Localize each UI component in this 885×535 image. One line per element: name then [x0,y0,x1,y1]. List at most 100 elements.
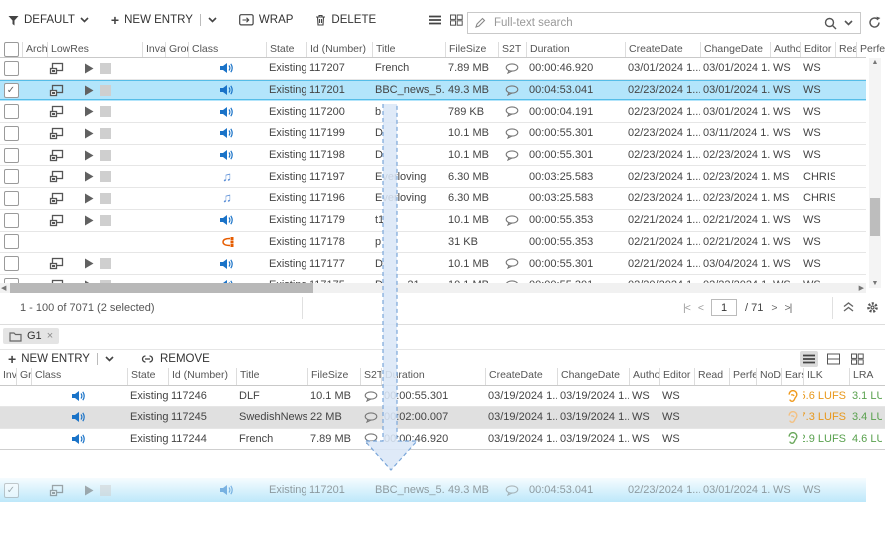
collapse-icon[interactable] [843,302,854,312]
rows-view-icon[interactable] [825,351,842,367]
column-header-ilk[interactable]: ILK [803,368,849,385]
column-header-title[interactable]: Title [236,368,307,385]
row-checkbox[interactable] [4,61,19,76]
column-header-class[interactable]: Class [31,368,127,385]
grid-view-icon[interactable] [450,14,463,26]
row-checkbox[interactable] [4,148,19,163]
first-page-button[interactable]: |< [683,302,690,314]
column-header-lra[interactable]: LRA [849,368,882,385]
stop-button[interactable] [100,128,111,139]
stop-button[interactable] [100,63,111,74]
column-header-author[interactable]: Author [629,368,659,385]
remove-button[interactable]: REMOVE [140,353,210,365]
column-header-id-number[interactable]: Id (Number) [168,368,236,385]
row-checkbox[interactable] [4,256,19,271]
delete-button[interactable]: DELETE [315,14,376,26]
column-header-title[interactable]: Title [372,42,445,57]
stop-button[interactable] [100,150,111,161]
row-checkbox[interactable] [4,104,19,119]
column-header-changedate[interactable]: ChangeDate [700,42,770,57]
column-header-filesize[interactable]: FileSize [445,42,498,57]
search-icon[interactable] [824,17,837,30]
column-header-editor[interactable]: Editor [659,368,694,385]
play-button[interactable] [84,171,94,182]
column-header-id-number[interactable]: Id (Number) [306,42,372,57]
play-button[interactable] [84,258,94,269]
search-input[interactable] [492,16,824,30]
table-row[interactable]: Existing117198D10.1 MB00:00:55.30102/23/… [0,145,866,167]
tab-close-icon[interactable]: × [47,330,53,342]
column-header-duration[interactable]: Duration [526,42,625,57]
scrollbar-thumb[interactable] [10,283,313,293]
column-header-ears[interactable]: Ears [781,368,803,385]
stop-button[interactable] [100,106,111,117]
row-checkbox[interactable] [4,234,19,249]
column-header-perfe[interactable]: Perfe [729,368,756,385]
scrollbar-thumb[interactable] [870,198,880,236]
last-page-button[interactable]: >| [785,302,792,314]
column-header-duration[interactable]: Duration [381,368,485,385]
column-header-changedate[interactable]: ChangeDate [557,368,629,385]
refresh-button[interactable] [868,16,881,29]
scroll-down-icon[interactable]: ▼ [869,280,881,287]
stop-button[interactable] [100,215,111,226]
scroll-left-icon[interactable]: ◀ [1,284,6,292]
column-header-grou[interactable]: Grou [16,368,31,385]
select-all-checkbox[interactable] [4,42,19,57]
table-row[interactable]: Existing117246DLF10.1 MB00:00:55.30103/1… [0,386,885,407]
row-checkbox[interactable] [4,126,19,141]
column-header-state[interactable]: State [266,42,306,57]
column-header-author[interactable]: Author [770,42,800,57]
stop-button[interactable] [100,171,111,182]
grid-view-icon[interactable] [849,351,866,367]
stop-button[interactable] [100,258,111,269]
vertical-scrollbar[interactable]: ▲ ▼ [869,58,881,288]
column-header-state[interactable]: State [127,368,168,385]
column-header-editor[interactable]: Editor [800,42,835,57]
play-button[interactable] [84,128,94,139]
column-header-inval[interactable]: Inval [142,42,165,57]
table-row[interactable]: ✓Existing117201BBC_news_5...49.3 MB00:04… [0,80,866,102]
new-entry-button[interactable]: + NEW ENTRY [8,353,114,365]
stop-button[interactable] [100,193,111,204]
table-row[interactable]: Existing117177D10.1 MB00:00:55.30102/21/… [0,253,866,275]
column-header-node[interactable]: NoDe [756,368,781,385]
list-view-icon[interactable] [800,351,818,367]
table-row[interactable]: Existing117244French7.89 MB00:00:46.9200… [0,429,885,450]
table-row[interactable]: Existing117245SwedishNews22 MB00:02:00.0… [0,407,885,428]
play-button[interactable] [84,215,94,226]
scroll-up-icon[interactable]: ▲ [869,59,881,66]
column-header-s2t[interactable]: S2T [498,42,526,57]
table-row[interactable]: Existing117207French7.89 MB00:00:46.9200… [0,58,866,80]
horizontal-scrollbar[interactable]: ◀ ▶ [0,283,866,293]
play-button[interactable] [84,193,94,204]
column-header-read[interactable]: Read [835,42,856,57]
next-page-button[interactable]: > [771,302,776,314]
wrap-button[interactable]: WRAP [239,14,294,26]
play-button[interactable] [84,106,94,117]
table-row[interactable]: Existing117200b789 KB00:00:04.19102/23/2… [0,101,866,123]
prev-page-button[interactable]: < [698,302,703,314]
stop-button[interactable] [100,85,111,96]
column-header-grou[interactable]: Grou [165,42,188,57]
row-checkbox[interactable] [4,169,19,184]
column-header-class[interactable]: Class [188,42,266,57]
page-number-input[interactable] [711,299,737,316]
search-options-chevron-icon[interactable] [844,20,853,26]
table-row[interactable]: Existing117178p31 KB00:00:55.35302/21/20… [0,232,866,254]
column-header-inval[interactable]: Inval [0,368,16,385]
table-row[interactable]: Existing117179t110.1 MB00:00:55.35302/21… [0,210,866,232]
play-button[interactable] [84,150,94,161]
column-header-lowres[interactable]: LowRes [47,42,142,57]
play-button[interactable] [84,63,94,74]
column-header-filesize[interactable]: FileSize [307,368,360,385]
row-checkbox[interactable] [4,191,19,206]
column-header-createdate[interactable]: CreateDate [625,42,700,57]
row-checkbox[interactable]: ✓ [4,83,19,98]
table-row[interactable]: ♫Existing117196Everloving6.30 MB00:03:25… [0,188,866,210]
list-view-icon[interactable] [428,14,442,26]
column-header-createdate[interactable]: CreateDate [485,368,557,385]
column-header-s2t[interactable]: S2T [360,368,381,385]
row-checkbox[interactable] [4,213,19,228]
new-entry-button[interactable]: + NEW ENTRY [111,14,217,26]
